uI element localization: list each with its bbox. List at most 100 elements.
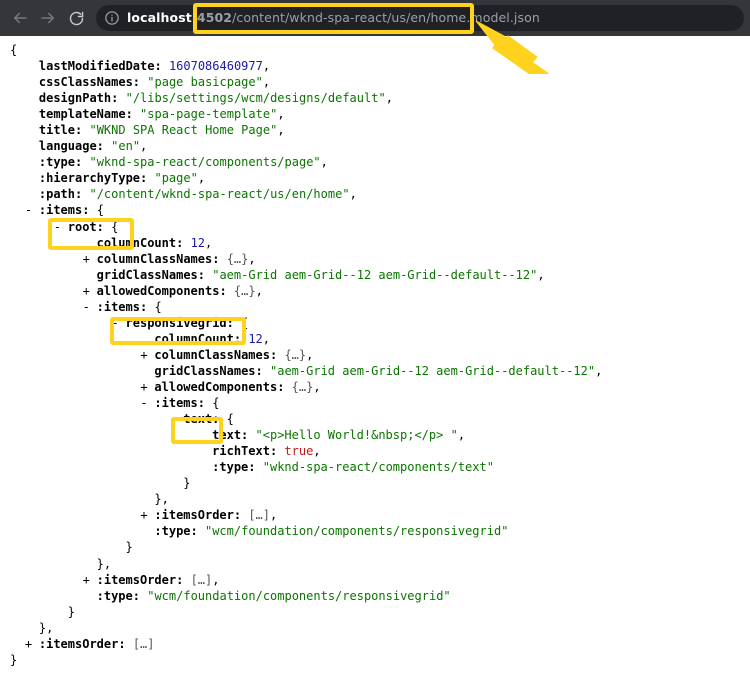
- json-key: :items:: [38, 203, 90, 218]
- json-line: + :itemsOrder: […]: [0, 636, 750, 652]
- json-value: "/libs/settings/wcm/designs/default": [125, 91, 386, 106]
- info-circle-icon[interactable]: [104, 10, 120, 26]
- json-toggle[interactable]: +: [140, 507, 147, 523]
- address-bar[interactable]: localhost:4502/content/wknd-spa-react/us…: [96, 5, 744, 31]
- json-toggle[interactable]: +: [83, 572, 90, 588]
- url-host: localhost: [127, 10, 192, 25]
- json-key: :path:: [38, 187, 83, 202]
- json-line: title: "WKND SPA React Home Page",: [38, 123, 285, 138]
- reload-button[interactable]: [62, 4, 90, 32]
- json-value: "/content/wknd-spa-react/us/en/home": [89, 187, 350, 202]
- json-key: :type:: [38, 155, 83, 170]
- json-key: designPath:: [38, 91, 119, 106]
- json-line: {: [0, 42, 750, 58]
- json-punct: }: [67, 604, 75, 619]
- json-line: :hierarchyType: "page",: [38, 171, 206, 186]
- json-toggle[interactable]: +: [140, 379, 147, 395]
- json-value: 1607086460977: [168, 59, 263, 74]
- json-key: :items:: [96, 299, 148, 314]
- json-key: :type:: [212, 460, 256, 475]
- json-key: allowedComponents:: [154, 379, 285, 394]
- json-key: columnCount:: [154, 331, 242, 346]
- json-line: columnCount: 12,: [154, 331, 271, 346]
- json-line: },: [0, 556, 750, 572]
- json-value: "wknd-spa-react/components/text": [262, 460, 494, 475]
- json-line: }: [0, 652, 750, 668]
- json-value: {…}: [284, 347, 307, 362]
- json-value: true: [284, 444, 314, 459]
- json-line: + columnClassNames: {…},: [82, 251, 256, 267]
- json-toggle[interactable]: -: [54, 219, 61, 235]
- json-key: :itemsOrder:: [38, 636, 126, 651]
- json-punct: },: [154, 492, 169, 507]
- json-line: +:itemsOrder: […],: [140, 507, 278, 523]
- json-line: },: [0, 620, 750, 636]
- json-key: :itemsOrder:: [96, 572, 184, 587]
- json-punct: }: [183, 476, 191, 491]
- json-toggle[interactable]: +: [83, 251, 90, 267]
- json-value: "wknd-spa-react/components/page": [89, 155, 321, 170]
- json-value: {…}: [291, 379, 314, 394]
- url-path: /content/wknd-spa-react/us/en/home.model…: [232, 10, 540, 25]
- json-line: },: [0, 491, 750, 507]
- browser-toolbar: localhost:4502/content/wknd-spa-react/us…: [0, 0, 750, 36]
- json-value: {: [154, 299, 162, 314]
- json-value: {…}: [233, 283, 256, 298]
- json-value: "<p>Hello World!&nbsp;</p> ": [255, 428, 458, 443]
- back-button[interactable]: [6, 4, 34, 32]
- json-value: {: [111, 219, 119, 234]
- json-value: "spa-page-template": [140, 107, 278, 122]
- json-line: }: [0, 475, 750, 491]
- json-line: templateName: "spa-page-template",: [38, 107, 285, 122]
- json-toggle[interactable]: -: [140, 395, 147, 411]
- json-key: :itemsOrder:: [154, 508, 242, 523]
- json-line: - root: {: [0, 219, 750, 235]
- json-value: "page": [154, 171, 198, 186]
- json-toggle[interactable]: +: [140, 347, 147, 363]
- json-line: + allowedComponents: {…},: [82, 283, 263, 299]
- url-text[interactable]: localhost:4502/content/wknd-spa-react/us…: [127, 5, 540, 31]
- json-key: :type:: [154, 524, 198, 539]
- json-value: {: [96, 203, 104, 218]
- json-line: :type: "wknd-spa-react/components/text": [0, 459, 750, 475]
- json-value: 12: [248, 331, 263, 346]
- json-toggle[interactable]: +: [25, 636, 32, 652]
- json-key: cssClassNames:: [38, 75, 141, 90]
- json-line: -:items: {: [0, 395, 750, 411]
- json-line: }: [0, 604, 750, 620]
- json-viewer: {lastModifiedDate: 1607086460977, cssClas…: [0, 36, 750, 691]
- json-key: templateName:: [38, 107, 133, 122]
- json-punct: {: [10, 43, 18, 57]
- json-value: {: [226, 412, 234, 427]
- json-line: - text: {: [0, 411, 750, 427]
- json-value: "wcm/foundation/components/responsivegri…: [147, 588, 451, 603]
- json-value: {: [241, 315, 249, 330]
- json-value: {: [212, 396, 220, 411]
- json-line: columnCount: 12,: [96, 235, 213, 250]
- json-value: "wcm/foundation/components/responsivegri…: [204, 524, 509, 539]
- json-line: language: "en",: [38, 139, 148, 154]
- json-value: […]: [190, 572, 213, 587]
- json-key: columnCount:: [96, 235, 184, 250]
- json-key: gridClassNames:: [96, 267, 205, 282]
- json-key: :items:: [154, 396, 205, 411]
- reload-icon: [68, 10, 85, 27]
- json-line: :type: "wcm/foundation/components/respon…: [0, 588, 750, 604]
- json-line: text: "<p>Hello World!&nbsp;</p> ",: [212, 428, 466, 443]
- json-value: "en": [111, 139, 141, 154]
- json-line: richText: true,: [212, 444, 321, 459]
- forward-button[interactable]: [34, 4, 62, 32]
- json-toggle[interactable]: +: [83, 283, 90, 299]
- json-toggle[interactable]: -: [25, 202, 32, 218]
- json-key: columnClassNames:: [154, 347, 278, 362]
- json-toggle[interactable]: -: [112, 315, 119, 331]
- json-punct: },: [96, 556, 112, 571]
- json-toggle[interactable]: -: [83, 299, 90, 315]
- json-toggle[interactable]: -: [169, 411, 176, 427]
- json-value: "aem-Grid aem-Grid--12 aem-Grid--default…: [270, 363, 596, 378]
- json-value: […]: [248, 508, 271, 523]
- url-port: :4502: [191, 10, 233, 25]
- json-key: language:: [38, 139, 104, 154]
- json-line: + columnClassNames: {…},: [140, 347, 314, 363]
- json-value: […]: [132, 636, 155, 651]
